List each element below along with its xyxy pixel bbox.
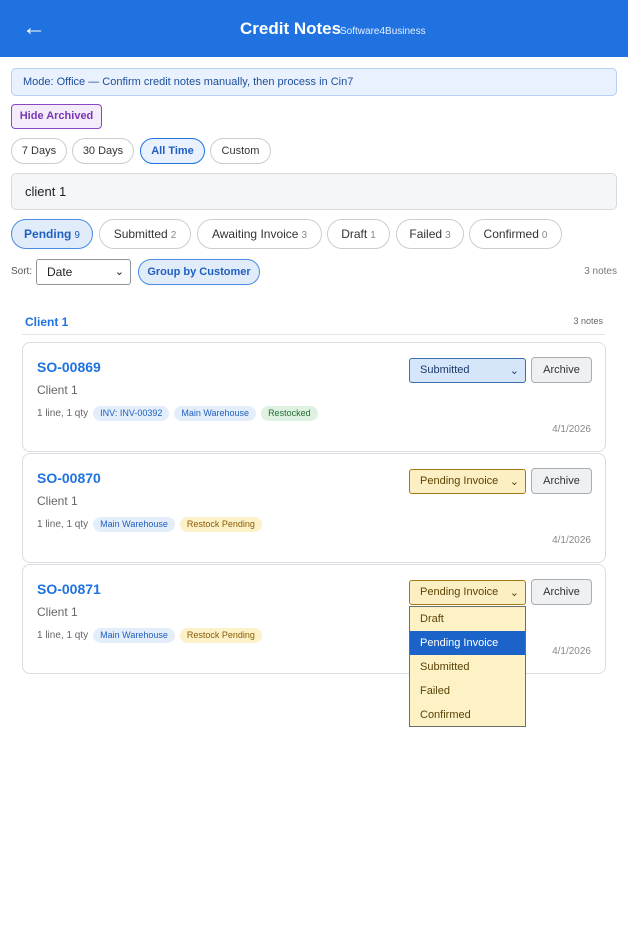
tab-count: 2 — [170, 230, 177, 241]
sort-label: Sort: — [11, 266, 33, 277]
restock-status-tag: Restock Pending — [179, 516, 262, 532]
customer-name: Client 1 — [37, 494, 78, 508]
invoice-tag: INV: INV-00392 — [93, 405, 170, 421]
order-number[interactable]: SO-00871 — [37, 581, 101, 597]
customer-group-header: Client 1 3 notes — [22, 314, 605, 335]
tab-confirmed[interactable]: Confirmed 0 — [469, 219, 562, 249]
archive-button[interactable]: Archive — [531, 468, 592, 494]
archive-button[interactable]: Archive — [531, 357, 592, 383]
hide-archived-button[interactable]: Hide Archived — [11, 104, 102, 129]
status-value: Submitted — [420, 364, 470, 376]
tab-count: 0 — [541, 230, 548, 241]
customer-name: Client 1 — [37, 383, 78, 397]
tab-submitted[interactable]: Submitted 2 — [99, 219, 191, 249]
status-value: Pending Invoice — [420, 475, 499, 487]
status-option-pending-invoice[interactable]: Pending Invoice — [410, 631, 525, 655]
page-title: Credit Notes — [240, 19, 342, 38]
tab-label: Failed — [409, 227, 443, 241]
status-option-draft[interactable]: Draft — [410, 607, 525, 631]
tab-label: Confirmed — [483, 227, 539, 241]
arrow-left-icon[interactable]: ← — [22, 14, 46, 42]
customer-group-name[interactable]: Client 1 — [25, 315, 68, 329]
restock-status-tag: Restocked — [261, 405, 318, 421]
credit-note-card: SO-00869 Client 1 1 line, 1 qty INV: INV… — [22, 342, 606, 452]
sort-select[interactable]: Date ⌄ — [36, 259, 131, 285]
tab-label: Awaiting Invoice — [211, 227, 299, 241]
chevron-down-icon: ⌄ — [509, 476, 519, 488]
app-header: ← Credit Notes Software4Business — [0, 0, 628, 57]
line-summary: 1 line, 1 qty — [37, 629, 89, 641]
tab-pending[interactable]: Pending 9 — [11, 219, 93, 249]
status-option-submitted[interactable]: Submitted — [410, 655, 525, 679]
card-meta: 1 line, 1 qty Main Warehouse Restock Pen… — [37, 516, 262, 532]
tab-awaiting-invoice[interactable]: Awaiting Invoice 3 — [197, 219, 322, 249]
search-input[interactable]: client 1 — [11, 173, 617, 210]
note-date: 4/1/2026 — [552, 646, 591, 657]
tab-count: 3 — [445, 230, 451, 241]
range-custom-button[interactable]: Custom — [210, 138, 271, 164]
customer-group-count: 3 notes — [573, 316, 603, 326]
restock-status-tag: Restock Pending — [179, 627, 262, 643]
tab-count: 9 — [74, 230, 80, 241]
notes-count: 3 notes — [584, 266, 617, 277]
range-30-days-button[interactable]: 30 Days — [72, 138, 134, 164]
note-date: 4/1/2026 — [552, 424, 591, 435]
status-dropdown-menu: Draft Pending Invoice Submitted Failed C… — [409, 606, 526, 727]
line-summary: 1 line, 1 qty — [37, 518, 89, 530]
tab-label: Draft — [341, 227, 368, 241]
warehouse-tag: Main Warehouse — [174, 405, 257, 421]
warehouse-tag: Main Warehouse — [93, 516, 175, 532]
customer-name: Client 1 — [37, 605, 78, 619]
status-select[interactable]: Pending Invoice ⌄ — [409, 580, 526, 605]
range-all-time-button[interactable]: All Time — [140, 138, 205, 164]
note-date: 4/1/2026 — [552, 535, 591, 546]
status-value: Pending Invoice — [420, 586, 499, 598]
order-number[interactable]: SO-00869 — [37, 359, 101, 375]
mode-banner: Mode: Office — Confirm credit notes manu… — [11, 68, 617, 96]
order-number[interactable]: SO-00870 — [37, 470, 101, 486]
card-meta: 1 line, 1 qty INV: INV-00392 Main Wareho… — [37, 405, 318, 421]
chevron-down-icon: ⌄ — [509, 365, 519, 377]
tab-count: 1 — [370, 230, 376, 241]
status-option-failed[interactable]: Failed — [410, 679, 525, 703]
tab-label: Pending — [24, 227, 72, 241]
tab-count: 3 — [301, 230, 308, 241]
credit-note-card: SO-00870 Client 1 1 line, 1 qty Main War… — [22, 453, 606, 563]
range-7-days-button[interactable]: 7 Days — [11, 138, 67, 164]
chevron-down-icon: ⌄ — [509, 587, 519, 599]
line-summary: 1 line, 1 qty — [37, 407, 89, 419]
status-select[interactable]: Pending Invoice ⌄ — [409, 469, 526, 494]
tab-draft[interactable]: Draft 1 — [327, 219, 390, 249]
sort-value: Date — [47, 265, 73, 279]
group-by-customer-button[interactable]: Group by Customer — [138, 259, 260, 285]
tab-label: Submitted — [113, 227, 168, 241]
warehouse-tag: Main Warehouse — [93, 627, 175, 643]
card-meta: 1 line, 1 qty Main Warehouse Restock Pen… — [37, 627, 262, 643]
archive-button[interactable]: Archive — [531, 579, 592, 605]
tab-failed[interactable]: Failed 3 — [396, 219, 464, 249]
status-option-confirmed[interactable]: Confirmed — [410, 703, 525, 727]
status-select[interactable]: Submitted ⌄ — [409, 358, 526, 383]
page-subtitle: Software4Business — [340, 26, 426, 37]
chevron-down-icon: ⌄ — [114, 266, 124, 278]
